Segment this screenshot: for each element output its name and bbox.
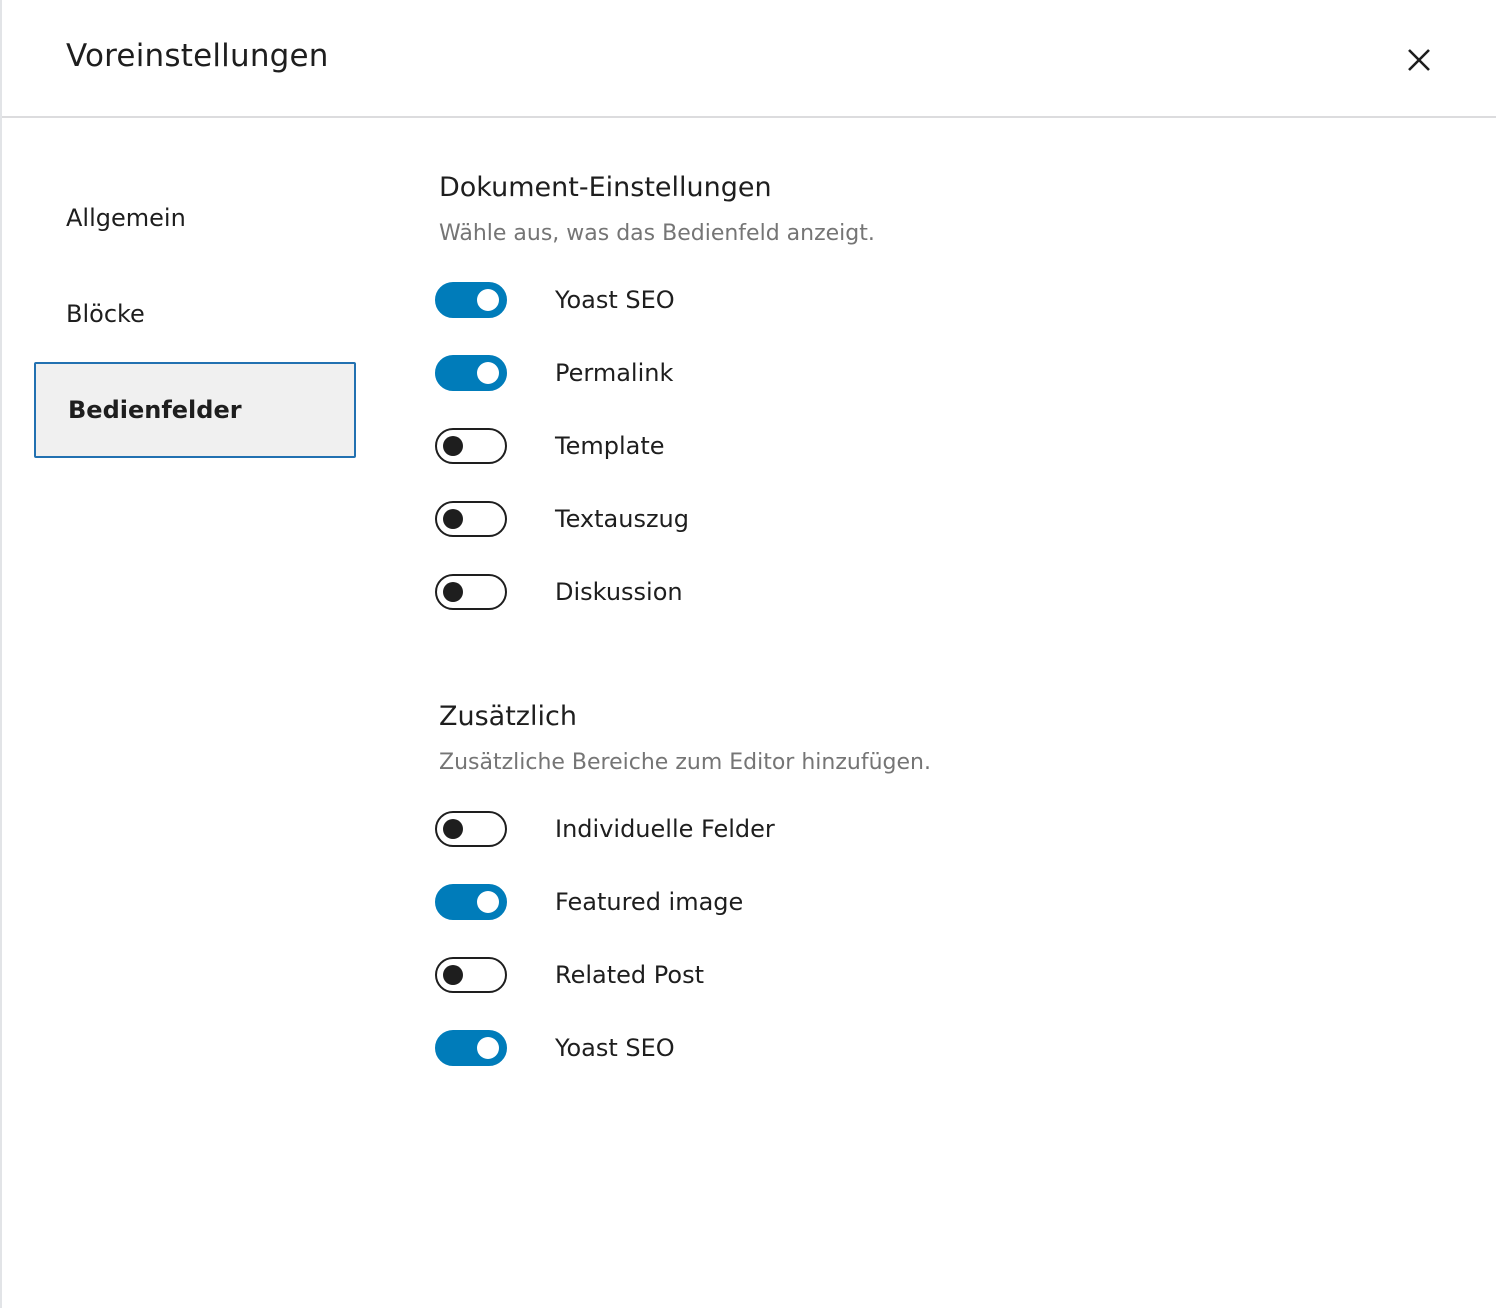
- tab-allgemein[interactable]: Allgemein: [34, 170, 356, 266]
- section-additional: Zusätzlich Zusätzliche Bereiche zum Edit…: [435, 697, 1439, 1066]
- tab-label: Allgemein: [66, 204, 186, 232]
- tab-bloecke[interactable]: Blöcke: [34, 266, 356, 362]
- toggle-list: Individuelle Felder Featured image Relat…: [435, 811, 1439, 1066]
- toggle-row-related-post: Related Post: [435, 957, 1439, 993]
- toggle-label[interactable]: Diskussion: [555, 578, 683, 606]
- toggle-label[interactable]: Permalink: [555, 359, 673, 387]
- toggle-switch[interactable]: [435, 884, 507, 920]
- tab-label: Bedienfelder: [68, 396, 242, 424]
- toggle-knob: [477, 891, 499, 913]
- toggle-list: Yoast SEO Permalink Template Textauszug …: [435, 282, 1439, 610]
- toggle-row-textauszug: Textauszug: [435, 501, 1439, 537]
- toggle-label[interactable]: Related Post: [555, 961, 704, 989]
- toggle-row-permalink: Permalink: [435, 355, 1439, 391]
- toggle-switch[interactable]: [435, 811, 507, 847]
- toggle-row-yoast-seo: Yoast SEO: [435, 282, 1439, 318]
- preferences-modal: Voreinstellungen Allgemein Blöcke Bedien…: [0, 0, 1496, 1308]
- toggle-knob: [443, 582, 463, 602]
- toggle-knob: [443, 436, 463, 456]
- toggle-label[interactable]: Individuelle Felder: [555, 815, 775, 843]
- toggle-row-template: Template: [435, 428, 1439, 464]
- toggle-knob: [477, 289, 499, 311]
- toggle-label[interactable]: Yoast SEO: [555, 286, 675, 314]
- panel-content: Dokument-Einstellungen Wähle aus, was da…: [435, 168, 1439, 1103]
- toggle-label[interactable]: Yoast SEO: [555, 1034, 675, 1062]
- toggle-switch[interactable]: [435, 355, 507, 391]
- toggle-knob: [477, 1037, 499, 1059]
- toggle-label[interactable]: Featured image: [555, 888, 743, 916]
- toggle-knob: [443, 819, 463, 839]
- toggle-switch[interactable]: [435, 282, 507, 318]
- toggle-switch[interactable]: [435, 501, 507, 537]
- toggle-switch[interactable]: [435, 1030, 507, 1066]
- close-button[interactable]: [1395, 36, 1443, 84]
- modal-title: Voreinstellungen: [66, 38, 329, 74]
- tab-bedienfelder[interactable]: Bedienfelder: [34, 362, 356, 458]
- toggle-row-custom-fields: Individuelle Felder: [435, 811, 1439, 847]
- close-icon: [1408, 49, 1430, 71]
- toggle-row-diskussion: Diskussion: [435, 574, 1439, 610]
- section-description: Zusätzliche Bereiche zum Editor hinzufüg…: [439, 750, 931, 775]
- section-description: Wähle aus, was das Bedienfeld anzeigt.: [439, 221, 875, 246]
- toggle-label[interactable]: Textauszug: [555, 505, 689, 533]
- tab-label: Blöcke: [66, 300, 145, 328]
- toggle-row-featured-image: Featured image: [435, 884, 1439, 920]
- toggle-knob: [443, 509, 463, 529]
- toggle-knob: [443, 965, 463, 985]
- toggle-switch[interactable]: [435, 428, 507, 464]
- toggle-knob: [477, 362, 499, 384]
- toggle-label[interactable]: Template: [555, 432, 665, 460]
- toggle-switch[interactable]: [435, 574, 507, 610]
- toggle-switch[interactable]: [435, 957, 507, 993]
- modal-header: Voreinstellungen: [2, 0, 1496, 118]
- section-title: Zusätzlich: [439, 701, 577, 732]
- section-document-settings: Dokument-Einstellungen Wähle aus, was da…: [435, 168, 1439, 610]
- preferences-sidebar: Allgemein Blöcke Bedienfelder: [34, 170, 356, 458]
- toggle-row-yoast-seo-2: Yoast SEO: [435, 1030, 1439, 1066]
- section-title: Dokument-Einstellungen: [439, 172, 772, 203]
